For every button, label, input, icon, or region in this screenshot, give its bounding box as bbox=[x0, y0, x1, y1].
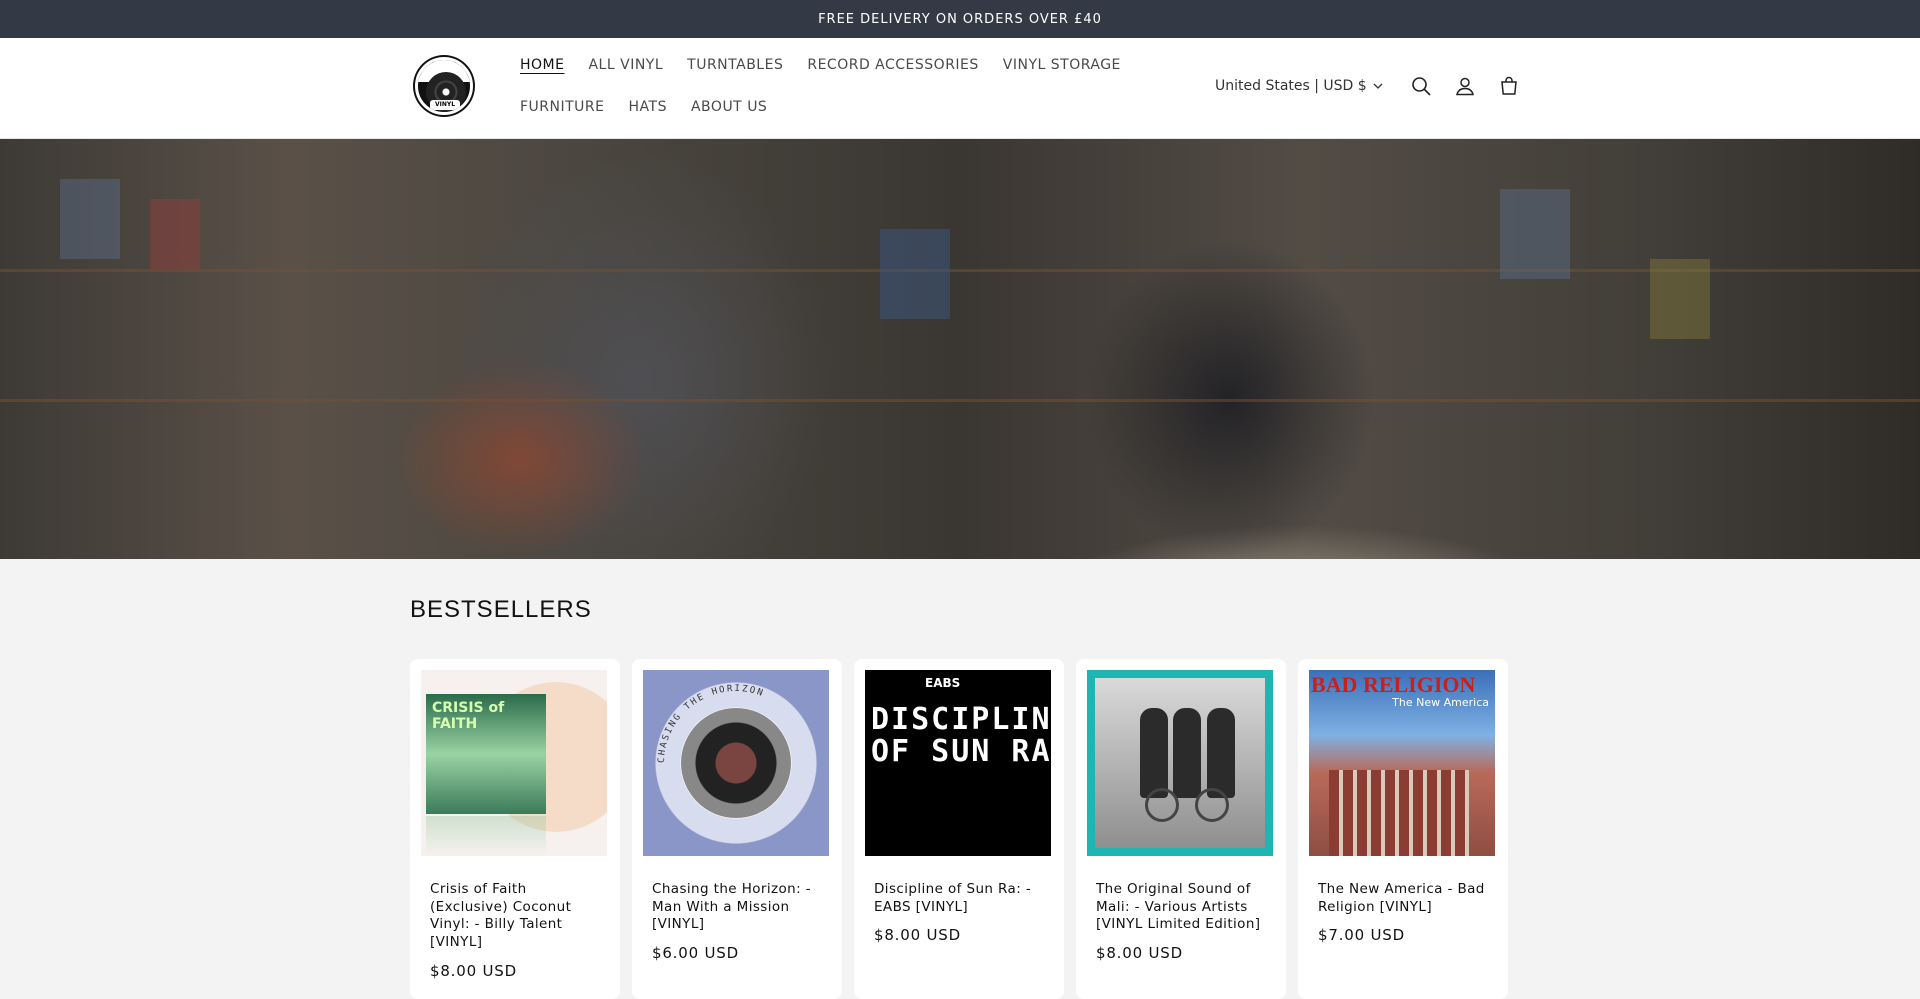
nav-record-accessories[interactable]: RECORD ACCESSORIES bbox=[807, 57, 978, 73]
product-card[interactable]: EABS DISCIPLINE OF SUN RA Discipline of … bbox=[854, 659, 1064, 999]
header-actions: United States | USD $ bbox=[1215, 74, 1531, 98]
hero-record-sleeve bbox=[880, 229, 950, 319]
album-photo bbox=[1095, 678, 1265, 848]
product-title[interactable]: The Original Sound of Mali: - Various Ar… bbox=[1096, 881, 1266, 934]
album-sleeve: CRISIS of FAITH bbox=[426, 694, 546, 814]
album-art-text: CHASING THE HORIZON bbox=[657, 684, 764, 763]
product-card[interactable]: CRISIS of FAITH Crisis of Faith (Exclusi… bbox=[410, 659, 620, 999]
announcement-bar: FREE DELIVERY ON ORDERS OVER £40 bbox=[0, 0, 1920, 38]
cart-icon bbox=[1500, 76, 1517, 95]
hero-record-sleeve bbox=[150, 199, 200, 269]
hero-record-sleeve bbox=[1500, 189, 1570, 279]
product-price: $7.00 USD bbox=[1318, 926, 1405, 944]
nav-turntables[interactable]: TURNTABLES bbox=[687, 57, 783, 73]
country-selector[interactable]: United States | USD $ bbox=[1215, 78, 1383, 94]
logo-text: VINYL bbox=[430, 100, 460, 110]
hero-shelf bbox=[0, 399, 1920, 402]
store-logo[interactable]: VINYL bbox=[415, 57, 473, 115]
product-card[interactable]: The Original Sound of Mali: - Various Ar… bbox=[1076, 659, 1286, 999]
nav-all-vinyl[interactable]: ALL VINYL bbox=[588, 57, 663, 73]
product-image[interactable]: BAD RELIGION The New America bbox=[1309, 670, 1495, 856]
album-ring-text: CHASING THE HORIZON bbox=[657, 684, 766, 763]
nav-row-1: HOME ALL VINYL TURNTABLES RECORD ACCESSO… bbox=[520, 57, 1145, 73]
album-art-text: BAD RELIGION bbox=[1311, 672, 1476, 697]
nav-row-2: FURNITURE HATS ABOUT US bbox=[520, 99, 791, 115]
album-art-text: EABS bbox=[925, 676, 961, 690]
search-button[interactable] bbox=[1399, 74, 1443, 98]
product-title[interactable]: The New America - Bad Religion [VINYL] bbox=[1318, 881, 1488, 916]
product-price: $8.00 USD bbox=[430, 962, 517, 980]
search-icon bbox=[1411, 77, 1431, 96]
account-icon bbox=[1455, 77, 1474, 96]
album-figure bbox=[1173, 708, 1201, 798]
sleeve-reflection bbox=[426, 816, 546, 856]
product-price: $8.00 USD bbox=[874, 926, 961, 944]
album-art-text: The New America bbox=[1392, 696, 1489, 709]
product-image[interactable]: CHASING THE HORIZON bbox=[643, 670, 829, 856]
account-button[interactable] bbox=[1443, 74, 1487, 98]
cart-button[interactable] bbox=[1487, 74, 1531, 98]
product-image[interactable] bbox=[1087, 670, 1273, 856]
hero-shelf bbox=[0, 269, 1920, 272]
nav-furniture[interactable]: FURNITURE bbox=[520, 99, 605, 115]
product-price: $8.00 USD bbox=[1096, 944, 1183, 962]
announcement-text: FREE DELIVERY ON ORDERS OVER £40 bbox=[818, 11, 1102, 27]
hero-banner bbox=[0, 139, 1920, 559]
product-title[interactable]: Crisis of Faith (Exclusive) Coconut Viny… bbox=[430, 881, 600, 951]
bestsellers-title: BESTSELLERS bbox=[410, 596, 592, 623]
nav-hats[interactable]: HATS bbox=[629, 99, 667, 115]
bicycle-wheel bbox=[1145, 788, 1179, 822]
nav-vinyl-storage[interactable]: VINYL STORAGE bbox=[1003, 57, 1121, 73]
hero-record-sleeve bbox=[1650, 259, 1710, 339]
product-price: $6.00 USD bbox=[652, 944, 739, 962]
product-title[interactable]: Discipline of Sun Ra: - EABS [VINYL] bbox=[874, 881, 1044, 916]
product-card[interactable]: BAD RELIGION The New America The New Ame… bbox=[1298, 659, 1508, 999]
album-art-text: DISCIPLINE OF SUN RA bbox=[871, 702, 1051, 769]
album-building bbox=[1329, 770, 1469, 856]
nav-about-us[interactable]: ABOUT US bbox=[691, 99, 767, 115]
svg-text:CHASING THE HORIZON: CHASING THE HORIZON bbox=[657, 684, 766, 763]
country-label: United States | USD $ bbox=[1215, 78, 1367, 94]
product-image[interactable]: EABS DISCIPLINE OF SUN RA bbox=[865, 670, 1051, 856]
album-figure bbox=[1140, 708, 1168, 798]
product-grid: CRISIS of FAITH Crisis of Faith (Exclusi… bbox=[410, 659, 1508, 999]
product-card[interactable]: CHASING THE HORIZON Chasing the Horizon:… bbox=[632, 659, 842, 999]
bicycle-wheel bbox=[1195, 788, 1229, 822]
site-header: VINYL bbox=[0, 38, 1920, 139]
chevron-down-icon bbox=[1373, 83, 1383, 89]
nav-home[interactable]: HOME bbox=[520, 57, 564, 73]
product-title[interactable]: Chasing the Horizon: - Man With a Missio… bbox=[652, 881, 822, 934]
album-art-text: CRISIS of FAITH bbox=[432, 700, 505, 732]
album-figure bbox=[1207, 708, 1235, 798]
product-image[interactable]: CRISIS of FAITH bbox=[421, 670, 607, 856]
hero-record-sleeve bbox=[60, 179, 120, 259]
